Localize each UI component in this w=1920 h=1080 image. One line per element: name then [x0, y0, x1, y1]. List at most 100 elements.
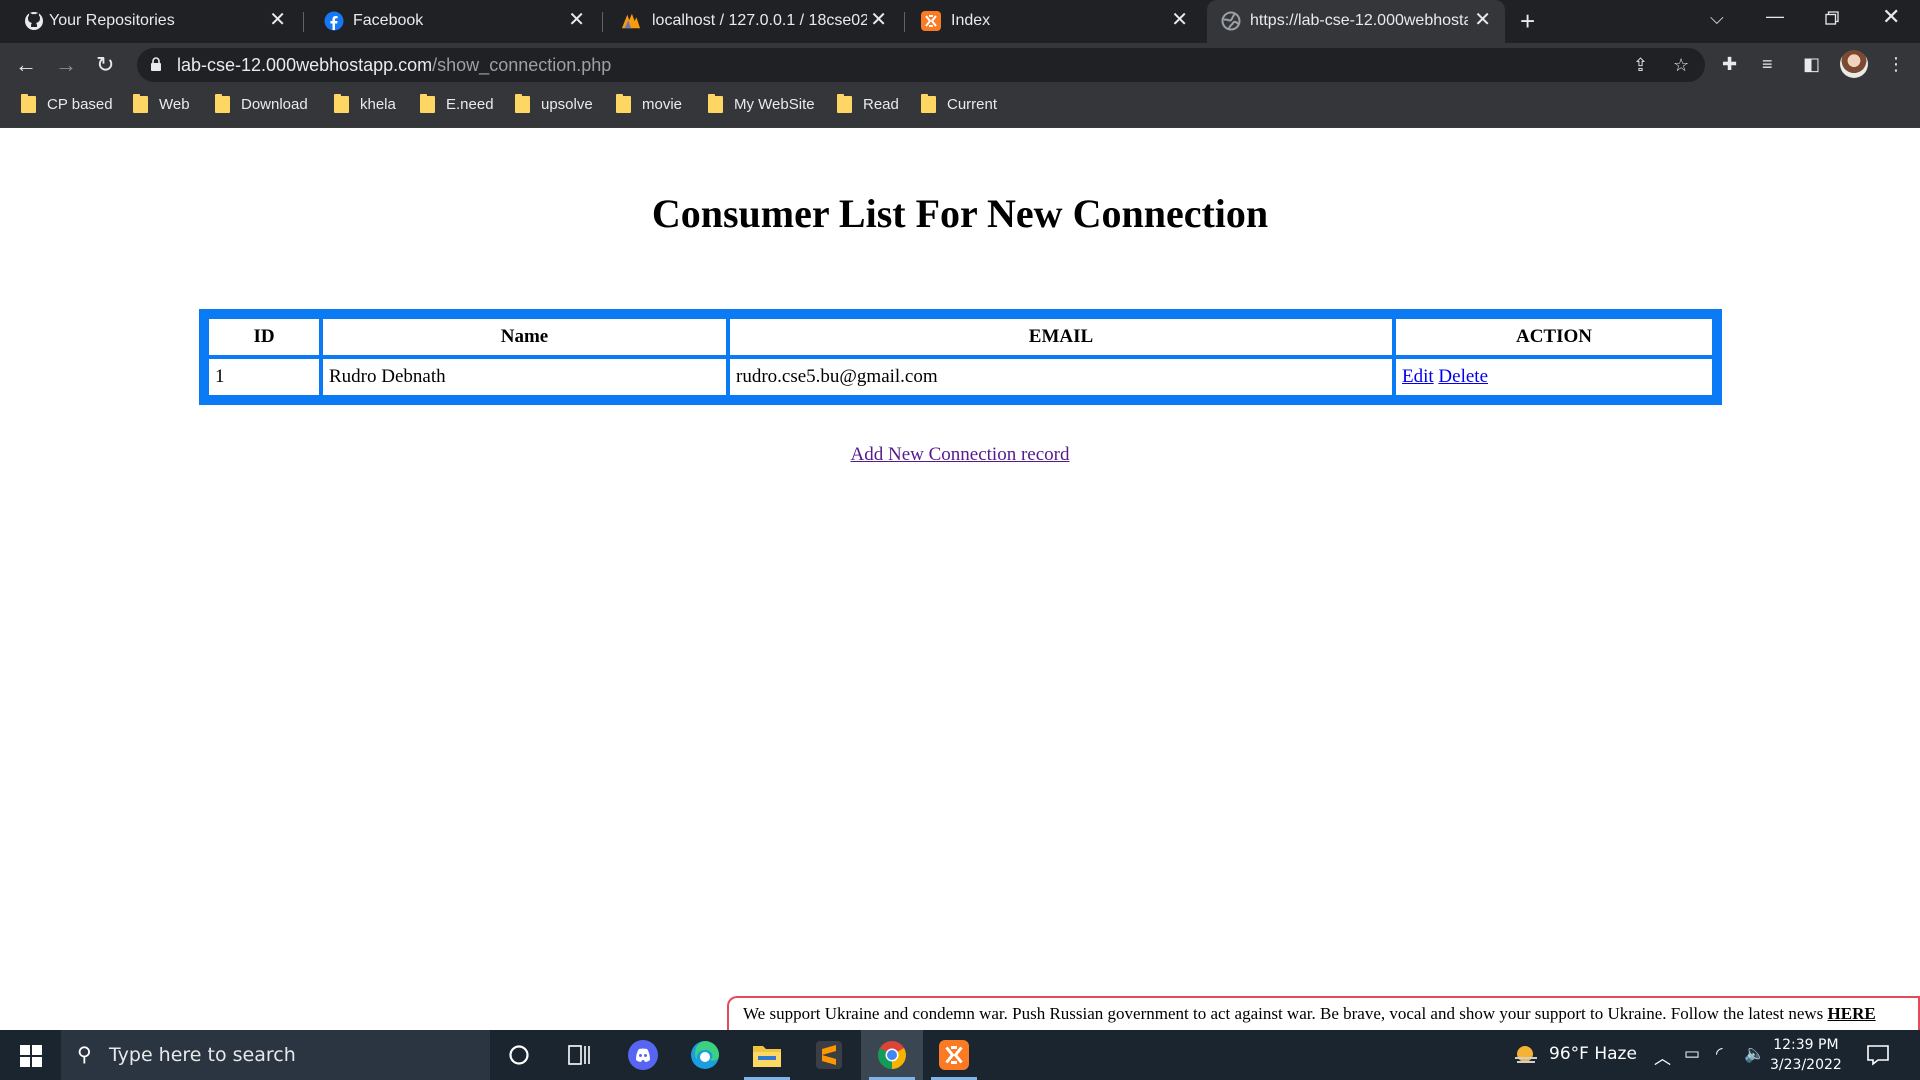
bookmark-label: Read: [863, 96, 899, 113]
folder-icon: [133, 94, 148, 113]
notification-center-icon[interactable]: [1866, 1044, 1890, 1066]
bookmark-folder[interactable]: Web: [133, 94, 190, 113]
close-tab-icon[interactable]: ✕: [1474, 9, 1491, 31]
tab-strip: Your Repositories ✕ Facebook ✕ localhost…: [0, 0, 1920, 43]
consumer-table: ID Name EMAIL ACTION 1 Rudro Debnath rud…: [199, 309, 1722, 405]
battery-icon[interactable]: ▭: [1684, 1044, 1700, 1064]
facebook-icon: [324, 11, 344, 31]
delete-link[interactable]: Delete: [1438, 366, 1488, 387]
url-host: lab-cse-12.000webhostapp.com: [177, 55, 433, 75]
file-explorer-icon[interactable]: [736, 1030, 798, 1080]
bookmark-folder[interactable]: Read: [837, 94, 899, 113]
close-window-icon[interactable]: ✕: [1882, 4, 1900, 30]
bookmark-folder[interactable]: khela: [334, 94, 396, 113]
search-icon: ⚲: [77, 1044, 92, 1066]
cell-email: rudro.cse5.bu@gmail.com: [730, 359, 1392, 395]
folder-icon: [215, 94, 230, 113]
bookmark-folder[interactable]: upsolve: [515, 94, 593, 113]
weather-text[interactable]: 96°F Haze: [1549, 1044, 1637, 1064]
discord-icon[interactable]: [612, 1030, 674, 1080]
bookmark-folder[interactable]: CP based: [21, 94, 113, 113]
system-clock[interactable]: 12:39 PM 3/23/2022: [1770, 1035, 1842, 1075]
folder-icon: [334, 94, 349, 113]
folder-icon: [515, 94, 530, 113]
column-header-id: ID: [209, 319, 319, 355]
bookmark-folder[interactable]: E.need: [420, 94, 494, 113]
bookmark-star-icon[interactable]: ☆: [1673, 55, 1689, 76]
tab-title: Index: [951, 12, 991, 29]
column-header-name: Name: [323, 319, 726, 355]
bookmark-label: Download: [241, 96, 308, 113]
browser-toolbar: ← → ↻ lab-cse-12.000webhostapp.com/show_…: [0, 43, 1920, 87]
tab-title: https://lab-cse-12.000webhostap: [1250, 12, 1468, 29]
edit-link[interactable]: Edit: [1402, 366, 1434, 387]
edge-browser-icon[interactable]: [674, 1030, 736, 1080]
close-tab-icon[interactable]: ✕: [568, 9, 585, 31]
weather-haze-icon[interactable]: [1513, 1043, 1539, 1067]
close-tab-icon[interactable]: ✕: [1171, 9, 1188, 31]
tab-title: Your Repositories: [49, 12, 175, 29]
volume-icon[interactable]: 🔈: [1744, 1044, 1765, 1064]
lock-icon[interactable]: [151, 57, 161, 71]
bookmark-label: Current: [947, 96, 998, 113]
bookmark-label: E.need: [446, 96, 494, 113]
bookmark-label: CP based: [47, 96, 113, 113]
new-tab-button[interactable]: +: [1520, 8, 1535, 34]
bookmark-label: upsolve: [541, 96, 593, 113]
side-panel-icon[interactable]: ◧: [1803, 54, 1820, 75]
tab-phpmyadmin[interactable]: localhost / 127.0.0.1 / 18cse025 | ✕: [603, 0, 905, 43]
column-header-action: ACTION: [1396, 319, 1712, 355]
folder-icon: [21, 94, 36, 113]
share-icon[interactable]: ⇪: [1633, 55, 1648, 76]
restore-icon[interactable]: [1825, 11, 1839, 25]
sublime-text-icon[interactable]: [798, 1030, 860, 1080]
bookmark-folder[interactable]: My WebSite: [708, 94, 815, 113]
tab-your-repositories[interactable]: Your Repositories ✕: [0, 0, 304, 43]
reload-icon[interactable]: ↻: [96, 52, 114, 78]
profile-avatar[interactable]: [1840, 50, 1868, 78]
menu-kebab-icon[interactable]: ⋮: [1887, 54, 1905, 75]
wifi-icon[interactable]: ◜: [1716, 1044, 1723, 1064]
bookmark-folder[interactable]: Download: [215, 94, 308, 113]
xampp-taskbar-icon[interactable]: [923, 1030, 985, 1080]
add-new-connection-link[interactable]: Add New Connection record: [851, 444, 1070, 465]
clock-time: 12:39 PM: [1773, 1037, 1839, 1053]
cortana-icon[interactable]: [488, 1030, 550, 1080]
task-view-icon[interactable]: [549, 1030, 611, 1080]
tab-search-chevron-icon[interactable]: ⌵: [1710, 8, 1724, 29]
folder-icon: [420, 94, 435, 113]
column-header-email: EMAIL: [730, 319, 1392, 355]
url-path: /show_connection.php: [432, 55, 612, 75]
bookmark-folder[interactable]: movie: [616, 94, 683, 113]
tab-index[interactable]: Index ✕: [905, 0, 1206, 43]
banner-text: We support Ukraine and condemn war. Push…: [743, 1004, 1828, 1023]
phpmyadmin-icon: [621, 13, 641, 29]
taskbar-search-box[interactable]: ⚲ Type here to search: [61, 1030, 490, 1080]
folder-icon: [921, 94, 936, 113]
page-title: Consumer List For New Connection: [651, 191, 1269, 236]
close-tab-icon[interactable]: ✕: [269, 9, 286, 31]
bookmarks-bar: CP based Web Download khela E.need upsol…: [0, 87, 1920, 128]
table-row: 1 Rudro Debnath rudro.cse5.bu@gmail.com …: [209, 359, 1712, 395]
bookmark-label: movie: [642, 96, 683, 113]
clock-date: 3/23/2022: [1770, 1057, 1842, 1073]
chrome-icon[interactable]: [861, 1030, 923, 1080]
address-bar[interactable]: lab-cse-12.000webhostapp.com/show_connec…: [137, 48, 1705, 82]
show-hidden-icons-chevron-icon[interactable]: ︿: [1654, 1044, 1671, 1069]
bookmark-folder[interactable]: Current: [921, 94, 998, 113]
windows-start-icon[interactable]: [20, 1045, 42, 1067]
close-tab-icon[interactable]: ✕: [870, 9, 887, 31]
media-control-icon[interactable]: ≡: [1762, 54, 1773, 75]
tab-active-webhost[interactable]: https://lab-cse-12.000webhostap ✕: [1207, 0, 1505, 43]
cell-name: Rudro Debnath: [323, 359, 726, 395]
github-icon: [25, 12, 43, 30]
add-link-container: Add New Connection record: [0, 444, 1920, 466]
banner-here-link[interactable]: HERE: [1828, 1004, 1876, 1023]
tab-facebook[interactable]: Facebook ✕: [304, 0, 603, 43]
forward-arrow-icon[interactable]: →: [55, 52, 77, 78]
url-text[interactable]: lab-cse-12.000webhostapp.com/show_connec…: [177, 55, 611, 76]
back-arrow-icon[interactable]: ←: [15, 52, 37, 78]
minimize-icon[interactable]: —: [1766, 6, 1784, 27]
extensions-puzzle-icon[interactable]: ✚: [1722, 54, 1737, 75]
ukraine-support-banner: We support Ukraine and condemn war. Push…: [727, 996, 1920, 1030]
